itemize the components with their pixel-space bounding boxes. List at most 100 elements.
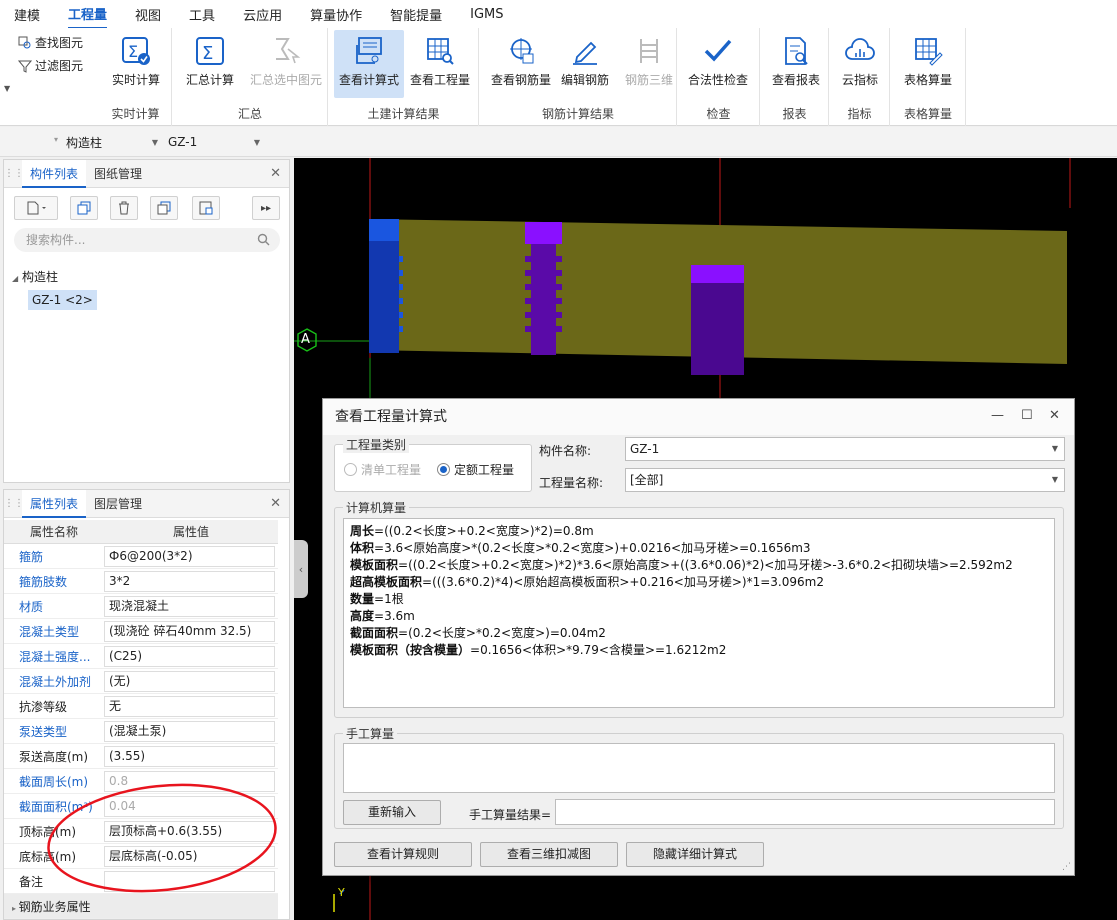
group-civil-results: 查看计算式 查看工程量 土建计算结果 <box>329 28 479 126</box>
tree-root-node[interactable]: ◢ 构造柱 <box>12 268 58 285</box>
property-value[interactable]: (现浇砼 碎石40mm 32.5) <box>104 620 275 642</box>
manual-result-input[interactable] <box>555 799 1055 825</box>
more-button[interactable]: ▸▸ <box>252 196 280 220</box>
table-edit-icon <box>911 34 945 68</box>
view-formula-button[interactable]: 查看计算式 <box>334 30 404 98</box>
cloud-index-button[interactable]: 云指标 <box>825 30 895 98</box>
copy-button[interactable] <box>70 196 98 220</box>
resize-grip-icon[interactable]: ⋰ <box>1062 862 1071 872</box>
double-chevron-right-icon: ▸▸ <box>260 202 272 214</box>
copy-icon <box>77 201 91 215</box>
find-element-label: 查找图元 <box>35 36 84 50</box>
edit-rebar-button[interactable]: 编辑钢筋 <box>550 30 620 98</box>
formula-line: 数量=1根 <box>350 592 404 606</box>
svg-text:Σ: Σ <box>128 42 138 61</box>
menu-bar: 建模 工程量 视图 工具 云应用 算量协作 智能提量 IGMS <box>0 0 1117 29</box>
tab-component-list[interactable]: 构件列表 <box>22 159 87 188</box>
minimize-icon[interactable]: — <box>991 408 1004 423</box>
menu-smart[interactable]: 智能提量 <box>390 1 442 28</box>
grip-icon[interactable]: ⋮⋮ <box>4 168 24 179</box>
menu-igms[interactable]: IGMS <box>470 3 503 26</box>
new-component-button[interactable] <box>14 196 58 220</box>
chevron-left-icon: ‹ <box>298 562 304 576</box>
calc-formula-text[interactable]: 周长=((0.2<长度>+0.2<宽度>)*2)=0.8m 体积=3.6<原始高… <box>343 518 1055 708</box>
view-quantity-button[interactable]: 查看工程量 <box>405 30 475 98</box>
view-rebar-button[interactable]: 查看钢筋量 <box>486 30 556 98</box>
view-report-button[interactable]: 查看报表 <box>761 30 831 98</box>
table-row: 混凝土强度... (C25) <box>4 644 278 669</box>
section-row[interactable]: ▸ 钢筋业务属性 <box>4 894 278 919</box>
group-realtime: Σ 实时计算 实时计算 <box>100 28 172 126</box>
table-row: 混凝土类型 (现浇砼 碎石40mm 32.5) <box>4 619 278 644</box>
view-rules-button[interactable]: 查看计算规则 <box>334 842 472 867</box>
tab-property-list[interactable]: 属性列表 <box>22 489 87 518</box>
search-input[interactable]: 搜索构件... <box>14 228 280 252</box>
menu-collab[interactable]: 算量协作 <box>310 1 362 28</box>
component-name-dropdown[interactable]: GZ-1 ▼ <box>168 131 264 153</box>
table-row: 抗渗等级无 <box>4 694 278 719</box>
layer-copy-button[interactable] <box>150 196 178 220</box>
column-purple-2 <box>691 283 744 375</box>
collapse-panel-button[interactable]: ‹ <box>294 540 308 598</box>
menu-cloud[interactable]: 云应用 <box>243 1 282 28</box>
close-icon[interactable]: ✕ <box>270 496 281 511</box>
rebar-3d-button[interactable]: 钢筋三维 <box>614 30 684 98</box>
svg-text:Σ: Σ <box>202 43 213 64</box>
view-rebar-icon <box>504 34 538 68</box>
property-value[interactable]: Ф6@200(3*2) <box>104 545 275 567</box>
quantity-name-select[interactable]: [全部] ▼ <box>625 468 1065 492</box>
column-blue <box>369 241 399 353</box>
column-top-purple <box>525 222 562 244</box>
property-value[interactable]: 3*2 <box>104 570 275 592</box>
formula-line: 截面面积=(0.2<长度>*0.2<宽度>)=0.04m2 <box>350 626 606 640</box>
menu-tools[interactable]: 工具 <box>189 1 215 28</box>
radio-quota-quantity[interactable]: 定额工程量 <box>437 461 514 478</box>
tab-layer-management[interactable]: 图层管理 <box>86 490 150 518</box>
group-report: 查看报表 报表 <box>761 28 829 126</box>
summary-calc-button[interactable]: Σ 汇总计算 <box>175 30 245 98</box>
legality-check-button[interactable]: 合法性检查 <box>683 30 753 98</box>
maximize-icon[interactable]: ☐ <box>1021 408 1033 423</box>
find-element-button[interactable]: 查找图元 <box>18 34 83 51</box>
expand-arrow-icon[interactable]: ▼ <box>4 84 10 93</box>
reenter-button[interactable]: 重新输入 <box>343 800 441 825</box>
selector-bar: ▾ 构造柱 ▼ GZ-1 ▼ <box>0 127 1117 157</box>
summary-selected-button[interactable]: 汇总选中图元 <box>245 30 327 98</box>
save-to-library-button[interactable] <box>192 196 220 220</box>
property-panel: ⋮⋮ 属性列表 图层管理 ✕ 属性名称 属性值 箍筋 Ф6@200(3*2) 箍筋… <box>3 489 290 920</box>
property-value[interactable]: (无) <box>104 670 275 692</box>
tab-drawing-management[interactable]: 图纸管理 <box>86 160 150 188</box>
component-type-dropdown[interactable]: 构造柱 ▼ <box>66 131 162 153</box>
formula-line: 模板面积（按含模量）=0.1656<体积>*9.79<含模量>=1.6212m2 <box>350 643 727 657</box>
component-name-select[interactable]: GZ-1 ▼ <box>625 437 1065 461</box>
formula-line: 体积=3.6<原始高度>*(0.2<长度>*0.2<宽度>)+0.0216<加马… <box>350 541 811 555</box>
realtime-calc-button[interactable]: Σ 实时计算 <box>101 30 171 98</box>
menu-view[interactable]: 视图 <box>135 1 161 28</box>
menu-quantity[interactable]: 工程量 <box>68 0 108 29</box>
tree-item-gz1[interactable]: GZ-1 <2> <box>28 290 97 310</box>
property-value[interactable]: (3.55) <box>104 745 275 767</box>
dialog-title: 查看工程量计算式 <box>323 399 1074 435</box>
tree-expand-icon: ◢ <box>12 274 19 283</box>
manual-formula-input[interactable] <box>343 743 1055 793</box>
menu-modeling[interactable]: 建模 <box>14 1 40 28</box>
property-value[interactable]: 无 <box>104 695 275 717</box>
property-table-header: 属性名称 属性值 <box>4 520 278 544</box>
delete-button[interactable] <box>110 196 138 220</box>
hide-details-button[interactable]: 隐藏详细计算式 <box>626 842 764 867</box>
property-value[interactable]: (C25) <box>104 645 275 667</box>
column-top <box>369 219 399 241</box>
table-quantity-button[interactable]: 表格算量 <box>893 30 963 98</box>
property-value[interactable]: 现浇混凝土 <box>104 595 275 617</box>
filter-element-button[interactable]: 过滤图元 <box>18 57 83 74</box>
close-icon[interactable]: ✕ <box>270 166 281 181</box>
column-purple <box>531 244 556 355</box>
column-top-purple-2 <box>691 265 744 283</box>
view-3d-deduction-button[interactable]: 查看三维扣减图 <box>480 842 618 867</box>
grip-icon[interactable]: ⋮⋮ <box>4 498 24 509</box>
property-value[interactable]: (混凝土泵) <box>104 720 275 742</box>
radio-list-quantity[interactable]: 清单工程量 <box>344 461 421 478</box>
group-rebar-results: 查看钢筋量 编辑钢筋 钢筋三维 钢筋计算结果 <box>480 28 677 126</box>
chevron-down-icon: ▼ <box>1051 444 1058 453</box>
close-icon[interactable]: ✕ <box>1049 408 1060 423</box>
